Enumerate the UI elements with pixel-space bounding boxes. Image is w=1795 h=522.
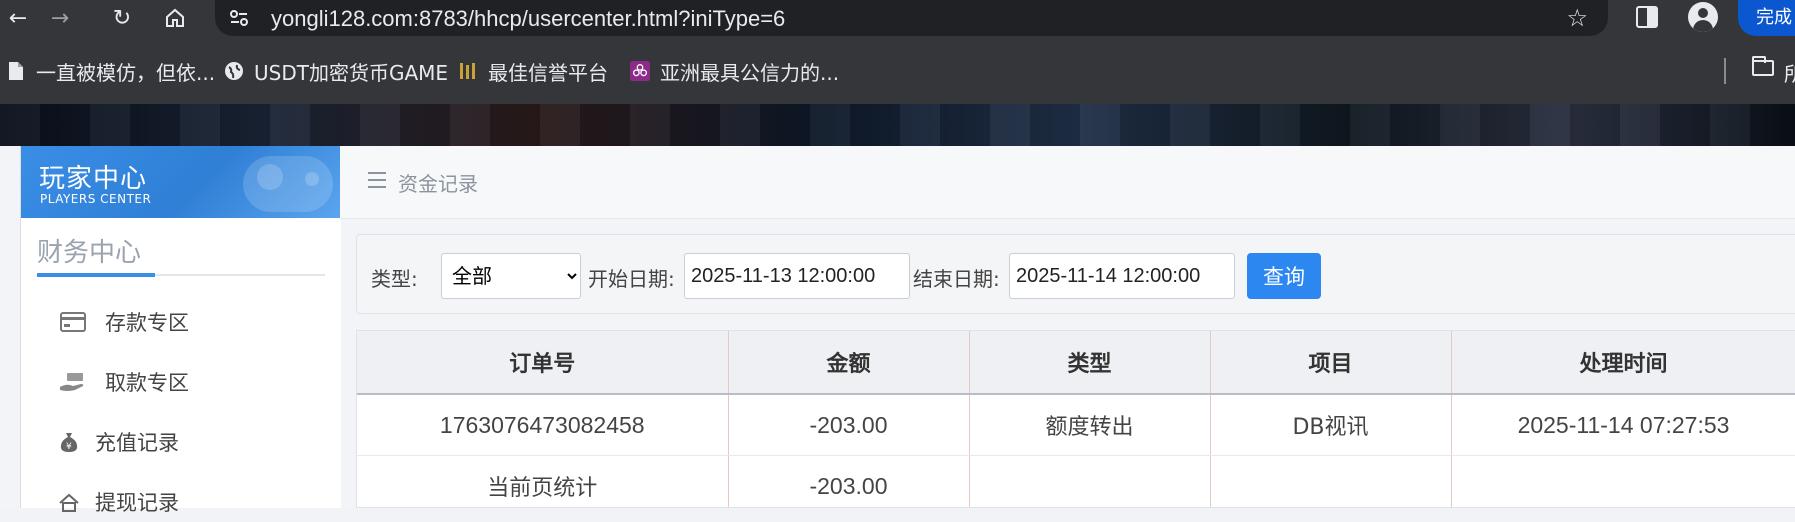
filter-bar: 类型: 全部 开始日期: 结束日期: 查询 [356, 234, 1795, 314]
sidebar-item-label: 充值记录 [95, 431, 179, 455]
bookmark-item[interactable]: 亚洲最具公信力的... [630, 58, 840, 85]
sidebar-subtitle: PLAYERS CENTER [40, 192, 152, 206]
card-icon [59, 310, 87, 334]
sidebar-item-withdraw-records[interactable]: 提现记录 [21, 482, 341, 522]
table-row: 1763076473082458 -203.00 额度转出 DB视讯 2025-… [357, 394, 1795, 456]
page-icon [6, 61, 26, 81]
sidebar-item-label: 存款专区 [105, 311, 189, 335]
folder-label[interactable]: 所 [1784, 58, 1795, 87]
cell-type: 额度转出 [969, 394, 1211, 456]
bookmark-star-icon[interactable]: ☆ [1566, 4, 1588, 32]
sidebar-title: 玩家中心 [39, 164, 148, 194]
withdraw-icon [55, 490, 83, 514]
globe-icon [224, 61, 244, 81]
end-date-input[interactable] [1009, 253, 1235, 299]
active-tab-underline [37, 273, 155, 277]
forward-icon[interactable]: → [42, 0, 78, 36]
summary-empty-cell [1210, 455, 1452, 507]
summary-amount: -203.00 [728, 455, 970, 507]
profile-avatar-icon[interactable] [1688, 2, 1718, 32]
bookmark-label: 最佳信誉平台 [488, 60, 608, 85]
sidebar-item-withdraw[interactable]: 取款专区 [21, 362, 341, 402]
sidebar: 玩家中心 PLAYERS CENTER 财务中心 存款专区 取款专区 ¥ 充值记… [20, 146, 341, 515]
sidebar-item-label: 取款专区 [105, 371, 189, 395]
brand-logo-icon [458, 61, 478, 81]
start-date-label: 开始日期: [588, 267, 675, 291]
gamepad-decoration-icon [243, 156, 333, 212]
bookmark-item[interactable]: USDT加密货币GAME [224, 58, 449, 85]
sidebar-item-deposit[interactable]: 存款专区 [21, 302, 341, 342]
bookmark-item[interactable]: 一直被模仿，但依... [6, 58, 216, 85]
end-date-label: 结束日期: [913, 267, 1000, 291]
records-table: 订单号 金额 类型 项目 处理时间 1763076473082458 -203.… [356, 330, 1795, 508]
bookmark-label: 亚洲最具公信力的... [660, 60, 840, 85]
page-banner-image [0, 104, 1795, 146]
column-header-process-time[interactable]: 处理时间 [1451, 331, 1795, 395]
site-settings-icon[interactable] [229, 8, 249, 28]
svg-text:¥: ¥ [66, 442, 72, 452]
player-center-header: 玩家中心 PLAYERS CENTER [21, 146, 341, 218]
cell-item: DB视讯 [1210, 394, 1452, 456]
bookmark-label: USDT加密货币GAME [254, 60, 449, 85]
summary-label: 当前页统计 [357, 455, 729, 507]
summary-empty-cell [969, 455, 1211, 507]
flower-logo-icon [630, 61, 650, 81]
decoration-dot [305, 172, 319, 186]
summary-row: 当前页统计 -203.00 [357, 455, 1795, 507]
table-header-row: 订单号 金额 类型 项目 处理时间 [357, 331, 1795, 395]
home-icon[interactable] [157, 0, 193, 36]
type-select[interactable]: 全部 [441, 253, 581, 299]
column-header-amount[interactable]: 金额 [728, 331, 970, 395]
start-date-input[interactable] [684, 253, 910, 299]
sidebar-item-recharge-records[interactable]: ¥ 充值记录 [21, 422, 341, 462]
type-label: 类型: [371, 267, 418, 291]
bookmarks-divider [1724, 58, 1726, 84]
browser-toolbar: ← → ↻ yongli128.com:8783/hhcp/usercenter… [0, 0, 1795, 36]
summary-empty-cell [1451, 455, 1795, 507]
bookmarks-bar: 一直被模仿，但依... USDT加密货币GAME 最佳信誉平台 亚洲最具公信力的… [0, 36, 1795, 104]
column-header-item[interactable]: 项目 [1210, 331, 1452, 395]
reload-icon[interactable]: ↻ [104, 0, 140, 36]
folder-icon[interactable] [1752, 56, 1774, 76]
cash-hand-icon [59, 370, 87, 394]
bookmark-label: 一直被模仿，但依... [36, 60, 216, 85]
done-button[interactable]: 完成 [1738, 0, 1795, 36]
menu-icon[interactable] [368, 172, 386, 188]
money-bag-icon: ¥ [55, 430, 83, 454]
address-bar[interactable]: yongli128.com:8783/hhcp/usercenter.html?… [215, 0, 1608, 36]
finance-center-tab[interactable]: 财务中心 [37, 232, 141, 269]
decoration-circle [257, 164, 283, 190]
cell-process-time: 2025-11-14 07:27:53 [1451, 394, 1795, 456]
cell-amount: -203.00 [728, 394, 970, 456]
back-icon[interactable]: ← [0, 0, 36, 36]
content-header: 资金记录 [340, 146, 1795, 219]
cell-order-id: 1763076473082458 [357, 394, 729, 456]
bookmark-item[interactable]: 最佳信誉平台 [458, 58, 608, 85]
column-header-order-id[interactable]: 订单号 [357, 331, 729, 395]
url-text[interactable]: yongli128.com:8783/hhcp/usercenter.html?… [271, 6, 785, 32]
page-title: 资金记录 [398, 172, 478, 196]
column-header-type[interactable]: 类型 [969, 331, 1211, 395]
sidebar-item-label: 提现记录 [95, 491, 179, 515]
query-button[interactable]: 查询 [1247, 253, 1321, 299]
side-panel-icon[interactable] [1636, 6, 1658, 28]
